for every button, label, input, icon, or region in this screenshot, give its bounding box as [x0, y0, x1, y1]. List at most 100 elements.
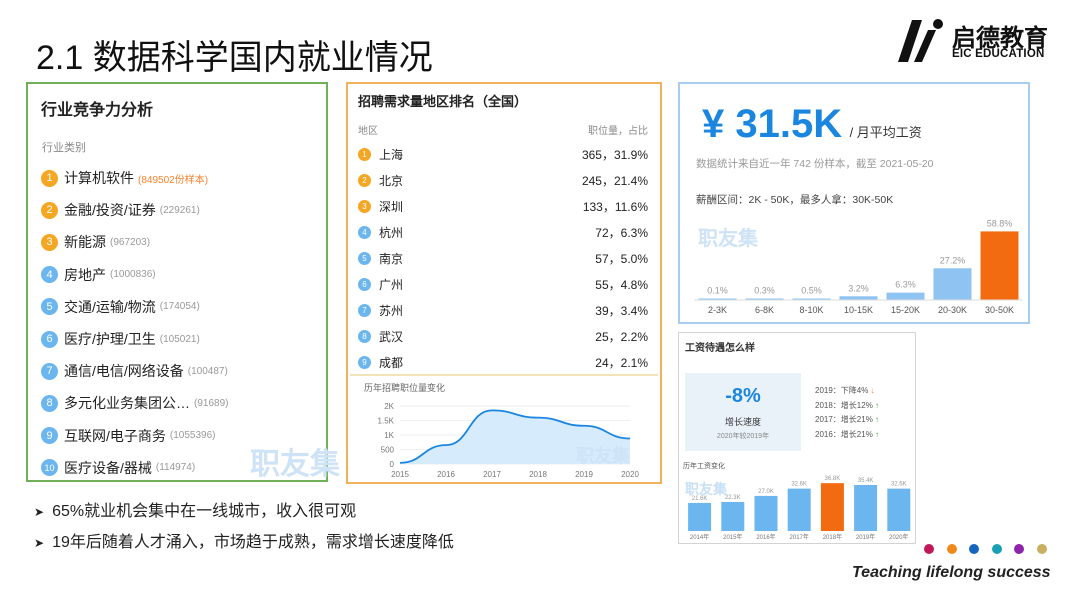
bullet-2: ➤ 19年后随着人才涌入，市场趋于成熟，需求增长速度降低 [34, 528, 454, 552]
region-row: 8 武汉 25，2.2% [358, 326, 648, 346]
rank-badge: 8 [358, 329, 371, 343]
rank-badge: 7 [41, 362, 58, 380]
rank-badge: 5 [358, 251, 371, 265]
industry-name: 互联网/电子商务 [64, 427, 166, 444]
salary-bar-label: 27.2% [940, 255, 966, 265]
logo-mark-icon [898, 19, 943, 62]
rank-badge: 5 [41, 298, 58, 316]
region-city: 上海 [379, 147, 404, 162]
wage-bar-label: 27.0K [758, 489, 774, 495]
wage-bar-label: 32.6K [791, 482, 807, 488]
region-city: 苏州 [379, 303, 404, 318]
region-row: 7 苏州 39，3.4% [358, 300, 648, 320]
rank-badge: 9 [358, 355, 371, 369]
region-value: 57，5.0% [595, 251, 648, 266]
industry-item: 8 多元化业务集团公… (91689) [41, 392, 228, 414]
footer-dot [1036, 544, 1047, 554]
industry-item: 6 医疗/护理/卫生 (105021) [41, 328, 200, 350]
salary-bar-label: 0.5% [801, 286, 822, 296]
industry-count: (114974) [155, 462, 196, 474]
salary-bar [980, 231, 1019, 300]
industry-title: 行业竞争力分析 [41, 102, 154, 119]
bullet-1: ➤ 65%就业机会集中在一线城市，收入很可观 [34, 497, 356, 521]
trend-chart-panel: 历年招聘职位量变化 0 500 1K 1.5K 2K 2015 2016 2017 2018 20… [350, 374, 658, 484]
region-row: 2 北京 245，21.4% [358, 170, 648, 190]
salary-bar-label: 3.2% [848, 283, 869, 293]
region-row: 3 深圳 133，11.6% [358, 196, 648, 216]
industry-item: 1 计算机软件 (849502份样本) [41, 167, 208, 189]
footer-dot [924, 544, 934, 554]
industry-item: 4 房地产 (1000836) [41, 264, 156, 286]
arrow-bullet-icon: ➤ [34, 505, 45, 519]
region-city: 北京 [379, 173, 404, 188]
region-value: 133，11.6% [582, 199, 648, 214]
wage-bar [820, 483, 844, 531]
region-city: 广州 [379, 277, 404, 292]
industry-count: (105021) [159, 333, 200, 345]
trend-y-tick: 500 [381, 446, 395, 455]
industry-count: (229261) [159, 204, 200, 216]
wage-bar [721, 502, 745, 531]
trend-watermark: 职友集 [576, 446, 630, 466]
industry-item: 7 通信/电信/网络设备 (100487) [41, 360, 228, 382]
rank-badge: 6 [41, 330, 58, 348]
salary-bar-label: 0.1% [707, 286, 728, 296]
industry-item: 2 金融/投资/证券 (229261) [41, 199, 200, 221]
salary-category-label: 8-10K [799, 305, 823, 315]
industry-name: 交通/运输/物流 [64, 298, 156, 315]
trend-y-tick: 0 [390, 460, 395, 469]
industry-item: 9 互联网/电子商务 (1055396) [41, 425, 215, 447]
region-value: 39，3.4% [595, 303, 648, 318]
salary-category-label: 20-30K [938, 305, 967, 315]
trend-x-tick: 2016 [437, 470, 455, 479]
wage-year-label: 2020年 [889, 533, 908, 541]
region-panel: 招聘需求量地区排名（全国） 地区 职位量，占比 1 上海 365，31.9% 2 北京 2… [346, 82, 662, 484]
wage-bar [887, 488, 911, 531]
rank-badge: 2 [41, 201, 58, 219]
industry-count: (1055396) [169, 430, 216, 442]
industry-item: 5 交通/运输/物流 (174054) [41, 296, 200, 318]
trend-x-tick: 2017 [483, 470, 501, 479]
region-row: 4 杭州 72，6.3% [358, 222, 648, 242]
industry-watermark: 职友集 [250, 448, 340, 481]
industry-item: 10 医疗设备/器械 (114974) [41, 457, 195, 479]
bullet-2-text: 19年后随着人才涌入，市场趋于成熟，需求增长速度降低 [52, 534, 454, 551]
industry-subtitle: 行业类别 [42, 142, 86, 154]
industry-name: 金融/投资/证券 [64, 202, 156, 219]
industry-name: 医疗/护理/卫生 [64, 331, 156, 347]
region-city: 成都 [379, 355, 404, 370]
salary-category-label: 30-50K [985, 305, 1014, 315]
rank-badge: 1 [41, 169, 58, 187]
wage-bar-label: 22.3K [725, 495, 741, 501]
footer-dot [1014, 544, 1024, 554]
salary-category-label: 15-20K [891, 305, 920, 315]
industry-item: 3 新能源 (967203) [41, 231, 150, 253]
salary-panel: ¥ 31.5K / 月平均工资 数据统计来自近一年 742 份样本，截至 202… [678, 82, 1030, 324]
footer-dot [991, 544, 1002, 554]
wage-year-label: 2016年 [756, 533, 775, 541]
wage-bar-label: 32.6K [891, 482, 907, 488]
rank-badge: 2 [358, 173, 371, 187]
region-city: 杭州 [379, 225, 404, 240]
region-title: 招聘需求量地区排名（全国） [358, 94, 528, 109]
region-city: 南京 [379, 251, 404, 266]
bullet-1-text: 65%就业机会集中在一线城市，收入很可观 [52, 503, 357, 520]
trend-x-tick: 2015 [391, 470, 409, 479]
salary-bar-label: 58.8% [987, 218, 1013, 228]
wage-panel: 工资待遇怎么样 -8% 增长速度 2020年较2019年 2019：下降4% ↓… [678, 332, 916, 544]
region-row: 9 成都 24，2.1% [358, 352, 648, 372]
trend-y-tick: 2K [384, 402, 394, 411]
trend-x-tick: 2019 [575, 470, 593, 479]
region-value: 365，31.9% [581, 147, 648, 162]
wage-bar [854, 484, 878, 531]
trend-y-tick: 1K [384, 431, 394, 440]
region-row: 1 上海 365，31.9% [358, 144, 648, 164]
salary-category-label: 6-8K [755, 305, 774, 315]
arrow-bullet-icon: ➤ [34, 536, 45, 550]
industry-count: (91689) [194, 397, 229, 409]
region-value: 245，21.4% [581, 173, 648, 188]
wage-watermark: 职友集 [685, 481, 727, 497]
wage-bar-label: 36.8K [825, 476, 841, 482]
rank-badge: 3 [358, 199, 371, 213]
wage-history-chart: 21.6K2014年22.3K2015年27.0K2016年32.6K2017年… [688, 476, 911, 541]
